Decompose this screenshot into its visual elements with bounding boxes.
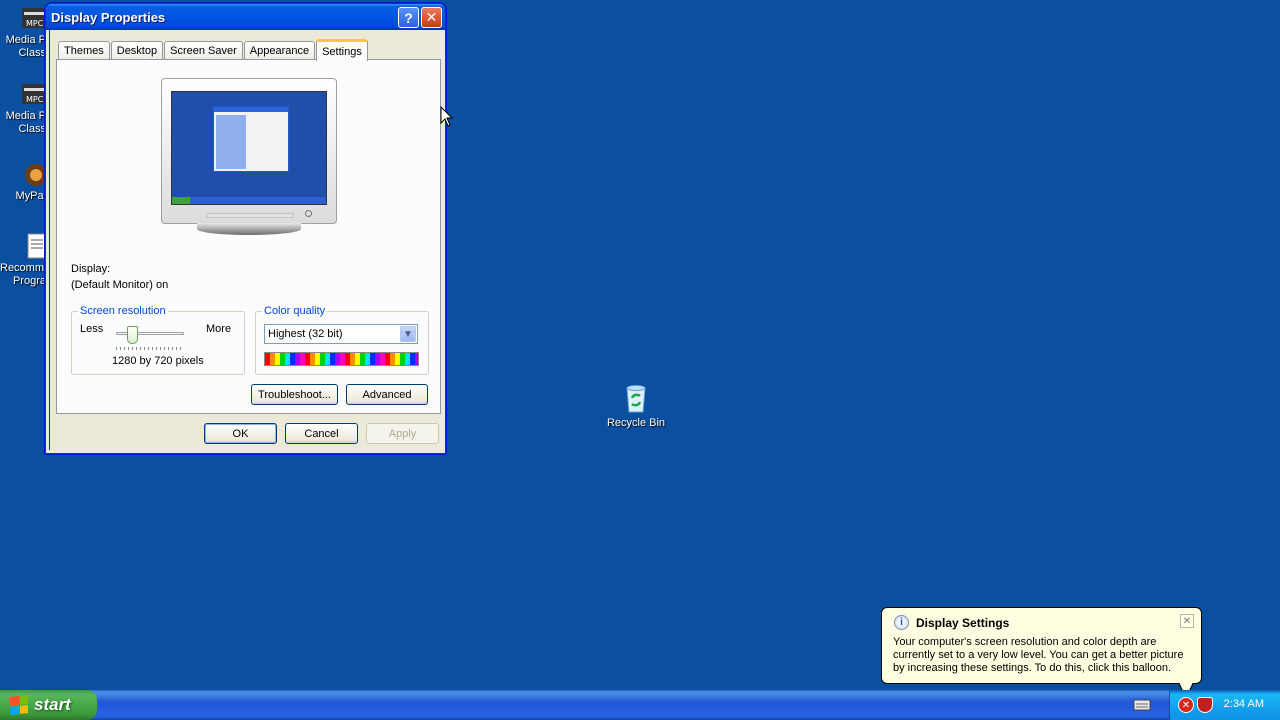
tab-settings[interactable]: Settings: [316, 39, 368, 61]
windows-logo-icon: [10, 695, 28, 715]
desktop-icon-label-3: MyPal: [15, 190, 46, 202]
desktop-icon-recommended[interactable]: Recomme Progra: [0, 232, 46, 288]
color-quality-legend: Color quality: [262, 305, 328, 317]
close-button[interactable]: ✕: [421, 7, 442, 28]
resolution-slider-ticks: [116, 347, 184, 350]
desktop-icon-label-4b: Progra: [12, 275, 46, 287]
chevron-down-icon[interactable]: ▼: [400, 326, 416, 342]
resolution-more-label: More: [206, 323, 232, 335]
help-icon: ?: [404, 9, 413, 26]
tab-desktop[interactable]: Desktop: [110, 41, 164, 60]
display-settings-balloon[interactable]: i Display Settings ✕ Your computer's scr…: [881, 607, 1202, 699]
tab-screen-saver[interactable]: Screen Saver: [164, 41, 243, 60]
document-icon: [20, 232, 46, 262]
display-properties-window: Display Properties ? ✕ Themes Desktop Sc…: [45, 3, 446, 454]
info-icon: i: [894, 615, 909, 630]
monitor-screen: [171, 91, 327, 205]
resolution-less-label: Less: [80, 323, 104, 335]
preview-taskbar: [172, 197, 326, 204]
window-body: Themes Desktop Screen Saver Appearance S…: [49, 30, 442, 450]
recycle-bin-icon: [620, 382, 652, 414]
monitor-bezel: [161, 78, 337, 224]
troubleshoot-button[interactable]: Troubleshoot...: [251, 384, 338, 405]
ok-button[interactable]: OK: [204, 423, 277, 444]
tab-appearance[interactable]: Appearance: [243, 41, 316, 60]
display-value: (Default Monitor) on: [71, 279, 169, 291]
color-quality-value: Highest (32 bit): [268, 328, 343, 340]
close-icon: ✕: [425, 9, 438, 25]
shield-icon[interactable]: [1197, 697, 1213, 713]
resolution-slider-track[interactable]: [116, 332, 184, 335]
monitor-slot: [206, 213, 294, 218]
desktop-icon-media-player-2[interactable]: MPC Media P Class: [0, 80, 46, 136]
preview-window: [213, 106, 289, 172]
keyboard-icon[interactable]: [1133, 698, 1151, 712]
balloon-close-button[interactable]: ✕: [1180, 614, 1194, 628]
preview-start: [172, 197, 190, 204]
desktop-icon-label-1a: Media P: [5, 34, 46, 46]
desktop-icon-label-1b: Class: [18, 47, 46, 59]
monitor-stand: [197, 223, 301, 235]
screen-resolution-group: Screen resolution Less More 1280 by 720 …: [71, 305, 245, 375]
cancel-button[interactable]: Cancel: [285, 423, 358, 444]
apply-button[interactable]: Apply: [366, 423, 439, 444]
desktop-icon-label-4a: Recomme: [0, 262, 46, 274]
start-label: start: [34, 695, 71, 714]
svg-text:MPC: MPC: [26, 95, 44, 104]
start-button[interactable]: start: [0, 690, 97, 720]
resolution-value: 1280 by 720 pixels: [112, 355, 204, 367]
media-player-icon: MPC: [20, 80, 46, 110]
resolution-slider-thumb[interactable]: [127, 326, 139, 344]
desktop-icon-mypal[interactable]: MyPal: [0, 160, 46, 203]
advanced-button[interactable]: Advanced: [346, 384, 428, 405]
svg-text:MPC: MPC: [26, 19, 44, 28]
mouse-cursor-icon: [440, 106, 454, 127]
screen-resolution-legend: Screen resolution: [78, 305, 168, 317]
color-spectrum-bar: [264, 352, 419, 366]
desktop-icon-label-2b: Class: [18, 123, 46, 135]
power-icon: [305, 210, 312, 217]
system-tray: ✕ 2:34 AM: [1169, 690, 1280, 720]
desktop-icon-recycle-bin[interactable]: Recycle Bin: [596, 382, 676, 430]
window-titlebar[interactable]: Display Properties ? ✕: [46, 4, 445, 30]
window-title: Display Properties: [51, 9, 166, 25]
color-quality-select[interactable]: Highest (32 bit) ▼: [264, 324, 418, 344]
display-label: Display:: [71, 263, 111, 275]
desktop-icon-label-2a: Media P: [5, 110, 46, 122]
clock: 2:34 AM: [1223, 698, 1264, 710]
monitor-preview: [161, 78, 339, 238]
media-player-icon: MPC: [20, 4, 46, 34]
taskbar: start ✕ 2:34 AM: [0, 690, 1280, 720]
balloon-text: Your computer's screen resolution and co…: [893, 636, 1184, 674]
color-quality-group: Color quality Highest (32 bit) ▼: [255, 305, 429, 375]
balloon-title: Display Settings: [916, 616, 1010, 630]
settings-panel: Display: (Default Monitor) on Screen res…: [56, 59, 441, 414]
help-button[interactable]: ?: [398, 7, 419, 28]
mypal-icon: [20, 160, 46, 190]
close-icon: ✕: [1182, 615, 1192, 627]
desktop-icon-media-player-1[interactable]: MPC Media P Class: [0, 4, 46, 60]
tab-strip: Themes Desktop Screen Saver Appearance S…: [58, 38, 369, 61]
tab-themes[interactable]: Themes: [58, 41, 110, 60]
security-alert-icon[interactable]: ✕: [1178, 697, 1194, 713]
recycle-bin-label: Recycle Bin: [606, 417, 666, 429]
